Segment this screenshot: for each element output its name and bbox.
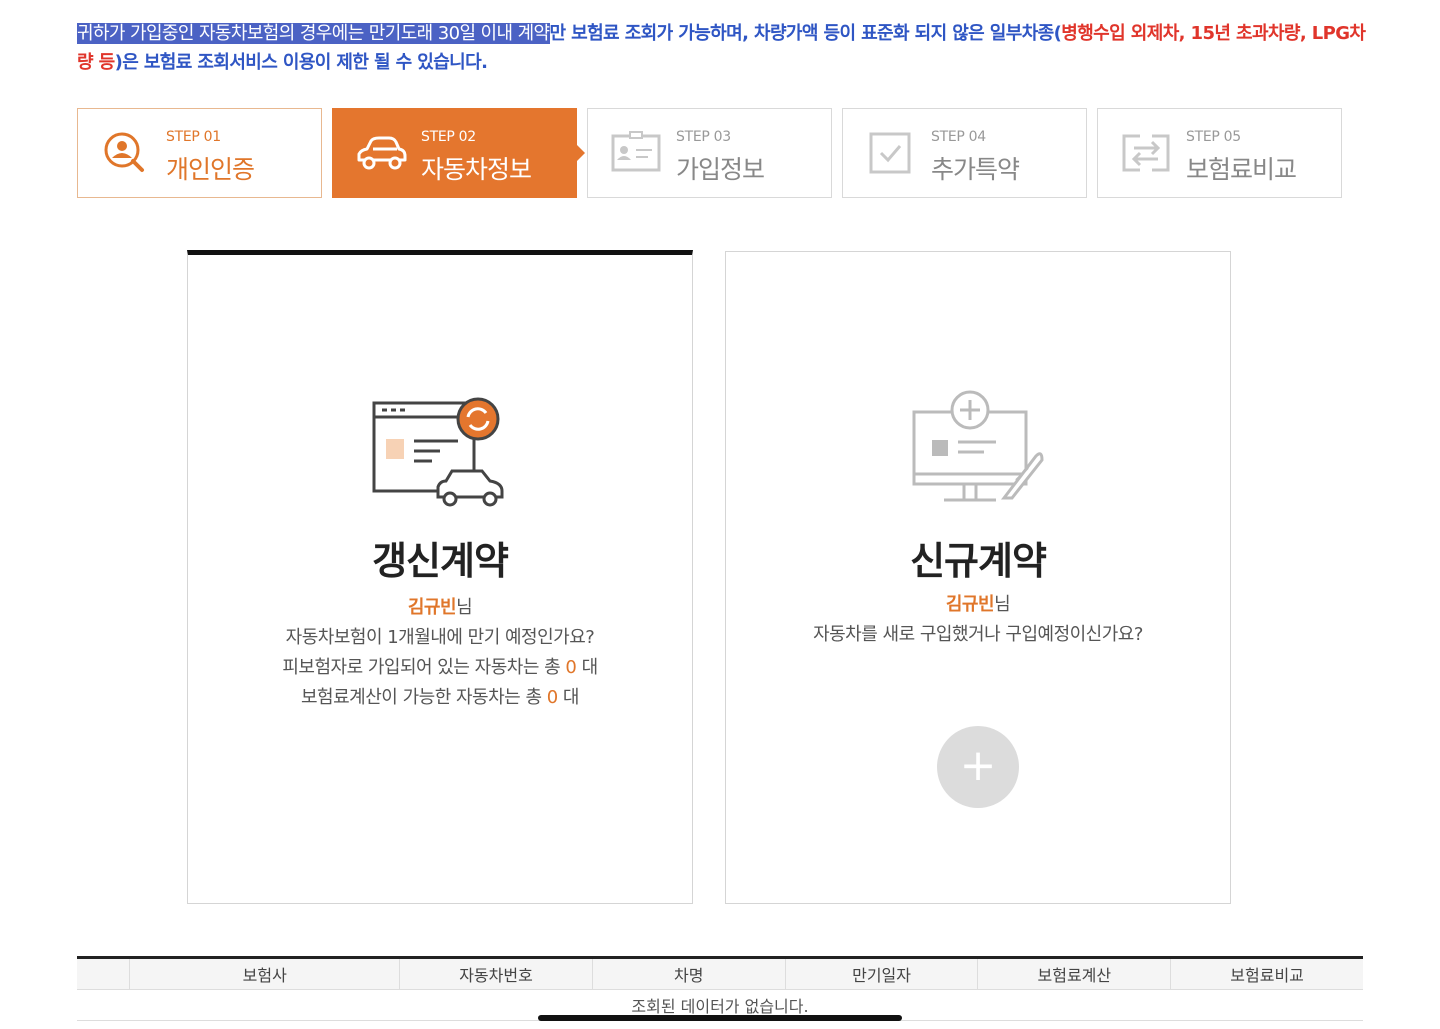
step-name: 추가특약 xyxy=(931,155,1020,184)
home-indicator[interactable] xyxy=(538,1015,902,1021)
new-description: 김규빈님 자동차를 새로 구입했거나 구입예정이신가요? xyxy=(726,590,1230,650)
user-name: 김규빈 xyxy=(945,594,995,615)
line2-prefix: 피보험자로 가입되어 있는 자동차는 총 xyxy=(282,657,566,678)
step-name: 자동차정보 xyxy=(421,155,532,184)
calculable-car-count: 0 xyxy=(546,687,558,708)
step-number: STEP 01 xyxy=(166,129,221,145)
step-04[interactable]: STEP 04 추가특약 xyxy=(842,108,1087,198)
renew-description: 김규빈님 자동차보험이 1개월내에 만기 예정인가요? 피보험자로 가입되어 있… xyxy=(188,593,692,713)
step-name: 보험료비교 xyxy=(1186,155,1297,184)
renew-title: 갱신계약 xyxy=(372,539,509,583)
checkbox-icon xyxy=(869,132,911,174)
column-header-blank xyxy=(77,956,130,990)
step-01[interactable]: STEP 01 개인인증 xyxy=(77,108,322,198)
renewal-document-icon xyxy=(372,397,504,507)
column-header-insurer: 보험사 xyxy=(129,956,400,990)
user-search-icon xyxy=(104,132,144,172)
id-card-icon xyxy=(611,131,661,172)
insured-car-count: 0 xyxy=(565,657,577,678)
user-name: 김규빈 xyxy=(407,597,457,618)
new-contract-monitor-icon xyxy=(912,390,1044,502)
renew-line2: 피보험자로 가입되어 있는 자동차는 총 0 대 xyxy=(188,653,692,683)
line2-suffix: 대 xyxy=(576,657,599,678)
column-header-car-name: 차명 xyxy=(591,956,786,990)
notice-part2: )은 보험료 조회서비스 이용이 제한 될 수 있습니다. xyxy=(114,52,488,73)
step-progress: STEP 01 개인인증 STEP 02 자동차정보 STEP 03 가입정보 … xyxy=(77,108,1342,198)
notice-highlighted: 귀하가 가입중인 자동차보험의 경우에는 만기도래 30일 이내 계약 xyxy=(77,23,550,44)
step-number: STEP 03 xyxy=(676,129,731,145)
notice-part1: 만 보험료 조회가 가능하며, 차량가액 등이 표준화 되지 않은 일부차종( xyxy=(549,23,1062,44)
column-header-expiry-date: 만기일자 xyxy=(784,956,978,990)
step-number: STEP 04 xyxy=(931,129,986,145)
car-insurance-table: 보험사 자동차번호 차명 만기일자 보험료계산 보험료비교 조회된 데이터가 없… xyxy=(77,956,1363,1021)
honorific: 님 xyxy=(456,597,473,618)
new-line1: 자동차를 새로 구입했거나 구입예정이신가요? xyxy=(813,624,1143,645)
compare-icon xyxy=(1122,134,1170,172)
step-03[interactable]: STEP 03 가입정보 xyxy=(587,108,832,198)
car-icon xyxy=(357,136,407,170)
table-header-row: 보험사 자동차번호 차명 만기일자 보험료계산 보험료비교 xyxy=(77,956,1363,990)
step-name: 가입정보 xyxy=(676,155,765,184)
line3-prefix: 보험료계산이 가능한 자동차는 총 xyxy=(301,687,547,708)
new-title: 신규계약 xyxy=(910,539,1047,583)
notice-text: 귀하가 가입중인 자동차보험의 경우에는 만기도래 30일 이내 계약만 보험료… xyxy=(77,19,1377,77)
step-02[interactable]: STEP 02 자동차정보 xyxy=(332,108,585,198)
step-number: STEP 05 xyxy=(1186,129,1241,145)
renew-line3: 보험료계산이 가능한 자동차는 총 0 대 xyxy=(188,683,692,713)
renew-contract-card[interactable]: 갱신계약 김규빈님 자동차보험이 1개월내에 만기 예정인가요? 피보험자로 가… xyxy=(187,250,693,904)
column-header-premium-compare: 보험료비교 xyxy=(1170,956,1363,990)
column-header-premium-calc: 보험료계산 xyxy=(977,956,1171,990)
step-05[interactable]: STEP 05 보험료비교 xyxy=(1097,108,1342,198)
step-number: STEP 02 xyxy=(421,129,476,145)
step-name: 개인인증 xyxy=(166,155,255,184)
line3-suffix: 대 xyxy=(557,687,580,708)
renew-line1: 자동차보험이 1개월내에 만기 예정인가요? xyxy=(285,627,595,648)
new-contract-card[interactable]: 신규계약 김규빈님 자동차를 새로 구입했거나 구입예정이신가요? + xyxy=(725,251,1231,904)
column-header-car-number: 자동차번호 xyxy=(399,956,593,990)
honorific: 님 xyxy=(994,594,1011,615)
add-new-contract-button[interactable]: + xyxy=(937,726,1019,808)
